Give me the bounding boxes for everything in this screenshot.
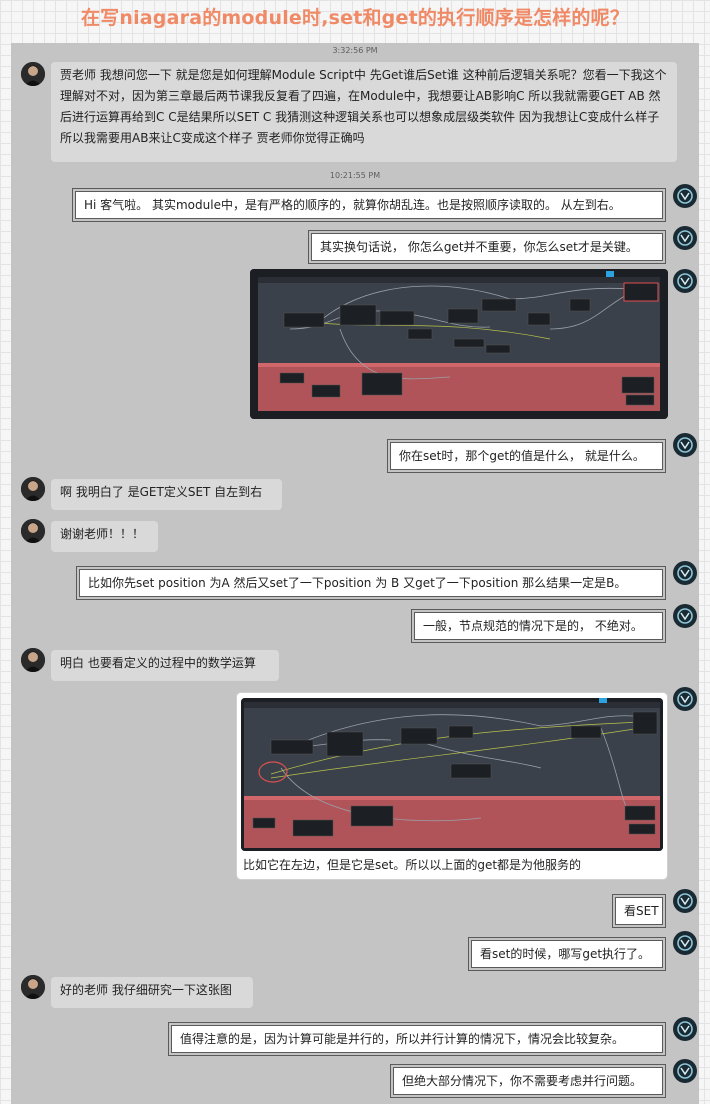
- user-avatar-icon: [673, 889, 697, 913]
- message-bubble: 明白 也要看定义的过程中的数学运算: [51, 650, 279, 681]
- student-avatar-icon: [21, 648, 45, 672]
- message-bubble: Hi 客气啦。 其实module中，是有严格的顺序的，就算你胡乱连。也是按照顺序…: [72, 188, 666, 222]
- student-avatar-icon: [21, 975, 45, 999]
- student-avatar[interactable]: [21, 648, 45, 672]
- student-avatar[interactable]: [21, 477, 45, 501]
- user-avatar[interactable]: [673, 226, 697, 250]
- student-avatar[interactable]: [21, 519, 45, 543]
- user-avatar[interactable]: [673, 433, 697, 457]
- timestamp: 10:21:55 PM: [329, 171, 381, 180]
- user-avatar-icon: [673, 433, 697, 457]
- user-avatar[interactable]: [673, 931, 697, 955]
- page-title: 在写niagara的module时,set和get的执行顺序是怎样的呢？: [80, 7, 630, 29]
- node-graph-image: [250, 269, 668, 419]
- user-avatar-icon: [673, 604, 697, 628]
- node-graph-image: [241, 698, 663, 851]
- message-bubble: 啊 我明白了 是GET定义SET 自左到右: [51, 479, 282, 510]
- message-bubble: 一般，节点规范的情况下是的， 不绝对。: [411, 609, 666, 643]
- student-avatar-icon: [21, 477, 45, 501]
- message-bubble: 你在set时，那个get的值是什么， 就是什么。: [387, 439, 666, 473]
- shared-image-node-graph[interactable]: [241, 698, 663, 851]
- student-avatar-icon: [21, 62, 45, 86]
- student-avatar-icon: [21, 519, 45, 543]
- user-avatar[interactable]: [673, 184, 697, 208]
- user-avatar[interactable]: [673, 604, 697, 628]
- student-avatar[interactable]: [21, 975, 45, 999]
- chat-window: 3:32:56 PM 贾老师 我想问您一下 就是您是如何理解Module Scr…: [11, 43, 699, 1104]
- message-bubble: 谢谢老师！！！: [51, 521, 158, 552]
- message-bubble: 其实换句话说， 你怎么get并不重要，你怎么set才是关键。: [308, 230, 666, 264]
- timestamp: 3:32:56 PM: [332, 46, 378, 55]
- user-avatar-icon: [673, 1059, 697, 1083]
- message-bubble: 值得注意的是，因为计算可能是并行的，所以并行计算的情况下，情况会比较复杂。: [168, 1022, 666, 1056]
- user-avatar-icon: [673, 687, 697, 711]
- user-avatar[interactable]: [673, 1017, 697, 1041]
- user-avatar-icon: [673, 184, 697, 208]
- user-avatar[interactable]: [673, 687, 697, 711]
- message-bubble: 贾老师 我想问您一下 就是您是如何理解Module Script中 先Get谁后…: [51, 62, 677, 162]
- user-avatar-icon: [673, 1017, 697, 1041]
- user-avatar-icon: [673, 931, 697, 955]
- user-avatar[interactable]: [673, 269, 697, 293]
- student-avatar[interactable]: [21, 62, 45, 86]
- message-bubble: 但绝大部分情况下，你不需要考虑并行问题。: [390, 1064, 666, 1098]
- user-avatar-icon: [673, 226, 697, 250]
- shared-image-node-graph[interactable]: [250, 269, 668, 419]
- user-avatar[interactable]: [673, 1059, 697, 1083]
- image-card[interactable]: 比如它在左边，但是它是set。所以以上面的get都是为他服务的: [237, 693, 667, 879]
- user-avatar[interactable]: [673, 561, 697, 585]
- message-bubble: 比如你先set position 为A 然后又set了一下position 为 …: [76, 566, 666, 600]
- message-bubble: 好的老师 我仔细研究一下这张图: [51, 977, 253, 1008]
- user-avatar-icon: [673, 561, 697, 585]
- image-caption: 比如它在左边，但是它是set。所以以上面的get都是为他服务的: [243, 858, 582, 872]
- message-bubble: 看SET: [612, 894, 666, 928]
- message-bubble: 看set的时候，哪写get执行了。: [468, 937, 666, 971]
- user-avatar-icon: [673, 269, 697, 293]
- user-avatar[interactable]: [673, 889, 697, 913]
